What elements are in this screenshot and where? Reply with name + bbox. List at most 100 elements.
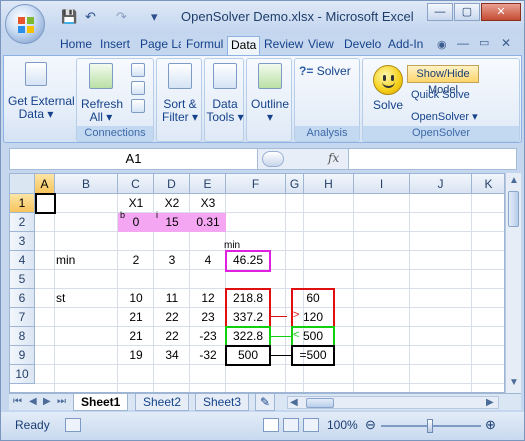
row-header-4[interactable]: 4 bbox=[10, 251, 35, 270]
row-header-2[interactable]: 2 bbox=[10, 213, 35, 232]
close-button[interactable]: ✕ bbox=[481, 3, 521, 21]
cell-e1[interactable]: X3 bbox=[190, 194, 226, 213]
cell-e4[interactable]: 4 bbox=[190, 251, 226, 270]
row-header-3[interactable]: 3 bbox=[10, 232, 35, 251]
last-sheet-icon[interactable]: ⏭ bbox=[57, 396, 66, 407]
edit-links-icon[interactable] bbox=[131, 99, 145, 113]
cell-e9[interactable]: -32 bbox=[190, 346, 226, 365]
horizontal-scroll-thumb[interactable] bbox=[306, 398, 334, 408]
tab-home[interactable]: Home bbox=[57, 36, 95, 55]
zoom-slider-thumb[interactable] bbox=[427, 419, 433, 433]
macro-record-icon[interactable] bbox=[65, 418, 81, 432]
cell-d2[interactable]: 15 bbox=[154, 213, 190, 232]
scroll-up-icon[interactable]: ▲ bbox=[508, 175, 520, 186]
show-hide-model-button[interactable]: Show/Hide Model bbox=[407, 65, 479, 96]
scroll-down-icon[interactable]: ▼ bbox=[508, 377, 520, 388]
sheet-tab-1[interactable]: Sheet1 bbox=[73, 394, 129, 411]
cell-d8[interactable]: 22 bbox=[154, 327, 190, 346]
selected-cell-a1[interactable] bbox=[35, 193, 56, 214]
zoom-level[interactable]: 100% bbox=[327, 418, 358, 432]
tab-insert[interactable]: Insert bbox=[97, 36, 133, 55]
save-icon[interactable]: 💾 bbox=[61, 9, 77, 25]
smiley-icon[interactable] bbox=[373, 65, 403, 95]
prev-sheet-icon[interactable]: ◀ bbox=[29, 396, 37, 407]
minimize-button[interactable]: — bbox=[427, 3, 453, 21]
row-header-6[interactable]: 6 bbox=[10, 289, 35, 308]
column-header-h[interactable]: H bbox=[304, 174, 354, 194]
cell-d4[interactable]: 3 bbox=[154, 251, 190, 270]
cell-f6[interactable]: 218.8 bbox=[226, 289, 270, 308]
column-header-j[interactable]: J bbox=[410, 174, 472, 194]
row-header-8[interactable]: 8 bbox=[10, 327, 35, 346]
solve-button[interactable]: Solve bbox=[371, 99, 405, 112]
cell-c7[interactable]: 21 bbox=[118, 308, 154, 327]
column-header-b[interactable]: B bbox=[55, 174, 118, 194]
tab-add-ins[interactable]: Add-In bbox=[385, 36, 426, 55]
cell-c4[interactable]: 2 bbox=[118, 251, 154, 270]
cell-b4[interactable]: min bbox=[56, 251, 118, 270]
row-header-10[interactable]: 10 bbox=[10, 365, 35, 384]
scroll-right-icon[interactable]: ▶ bbox=[486, 397, 494, 408]
next-sheet-icon[interactable]: ▶ bbox=[43, 396, 51, 407]
formula-input[interactable] bbox=[348, 149, 516, 169]
cell-d1[interactable]: X2 bbox=[154, 194, 190, 213]
data-tools-button[interactable]: Data Tools ▾ bbox=[205, 63, 245, 124]
column-header-a[interactable]: A bbox=[35, 174, 55, 194]
tab-data[interactable]: Data bbox=[227, 36, 261, 55]
page-break-view-icon[interactable] bbox=[303, 418, 319, 432]
zoom-out-icon[interactable]: ⊖ bbox=[365, 417, 376, 433]
row-header-9[interactable]: 9 bbox=[10, 346, 35, 365]
tab-formulas[interactable]: Formul bbox=[183, 36, 227, 55]
cell-c6[interactable]: 10 bbox=[118, 289, 154, 308]
solver-button[interactable]: ?= Solver bbox=[299, 65, 351, 78]
horizontal-scrollbar[interactable]: ◀ ▶ bbox=[287, 396, 499, 409]
column-header-d[interactable]: D bbox=[154, 174, 190, 194]
properties-icon[interactable] bbox=[131, 81, 145, 95]
column-header-g[interactable]: G bbox=[286, 174, 304, 194]
cell-e6[interactable]: 12 bbox=[190, 289, 226, 308]
help-icon[interactable]: ◉ bbox=[437, 38, 447, 51]
cell-b6[interactable]: st bbox=[56, 289, 118, 308]
scroll-left-icon[interactable]: ◀ bbox=[290, 397, 298, 408]
cell-e8[interactable]: -23 bbox=[190, 327, 226, 346]
column-header-f[interactable]: F bbox=[226, 174, 286, 194]
tab-view[interactable]: View bbox=[305, 36, 337, 55]
vertical-scroll-thumb[interactable] bbox=[508, 191, 519, 227]
formula-bar-splitter[interactable] bbox=[262, 151, 284, 167]
cell-f7[interactable]: 337.2 bbox=[226, 308, 270, 327]
column-header-k[interactable]: K bbox=[472, 174, 504, 194]
cell-f4[interactable]: 46.25 bbox=[226, 251, 270, 270]
office-button[interactable] bbox=[5, 4, 45, 44]
tab-page-layout[interactable]: Page La bbox=[137, 36, 181, 55]
redo-icon[interactable]: ↷ bbox=[116, 9, 127, 25]
tab-review[interactable]: Review bbox=[261, 36, 306, 55]
cell-c8[interactable]: 21 bbox=[118, 327, 154, 346]
insert-sheet-icon[interactable]: ✎ bbox=[255, 394, 276, 411]
qat-customize-icon[interactable]: ▾ bbox=[151, 9, 158, 25]
connections-icon[interactable] bbox=[131, 63, 145, 77]
ribbon-close-icon[interactable]: ✕ bbox=[501, 36, 511, 50]
cell-d7[interactable]: 22 bbox=[154, 308, 190, 327]
select-all-corner[interactable] bbox=[10, 174, 35, 194]
cell-e2[interactable]: 0.31 bbox=[190, 213, 226, 232]
cell-h9[interactable]: =500 bbox=[292, 346, 334, 365]
tab-developer[interactable]: Develo bbox=[341, 36, 384, 55]
page-layout-view-icon[interactable] bbox=[283, 418, 299, 432]
opensolver-menu-button[interactable]: OpenSolver ▾ bbox=[411, 111, 478, 124]
get-external-data-button[interactable]: Get External Data ▾ bbox=[8, 62, 75, 121]
maximize-button[interactable]: ▢ bbox=[454, 3, 480, 21]
insert-function-icon[interactable]: fx bbox=[328, 151, 339, 165]
quick-solve-button[interactable]: Quick Solve bbox=[411, 89, 470, 102]
sort-filter-button[interactable]: Sort & Filter ▾ bbox=[159, 63, 201, 124]
cell-d6[interactable]: 11 bbox=[154, 289, 190, 308]
undo-icon[interactable]: ↶ bbox=[85, 9, 96, 25]
column-header-e[interactable]: E bbox=[190, 174, 226, 194]
cell-c9[interactable]: 19 bbox=[118, 346, 154, 365]
cell-f8[interactable]: 322.8 bbox=[226, 327, 270, 346]
row-header-7[interactable]: 7 bbox=[10, 308, 35, 327]
first-sheet-icon[interactable]: ⏮ bbox=[13, 396, 22, 407]
column-header-i[interactable]: I bbox=[354, 174, 410, 194]
name-box[interactable]: A1 bbox=[10, 149, 258, 169]
sheet-tab-3[interactable]: Sheet3 bbox=[195, 394, 250, 411]
cell-d9[interactable]: 34 bbox=[154, 346, 190, 365]
